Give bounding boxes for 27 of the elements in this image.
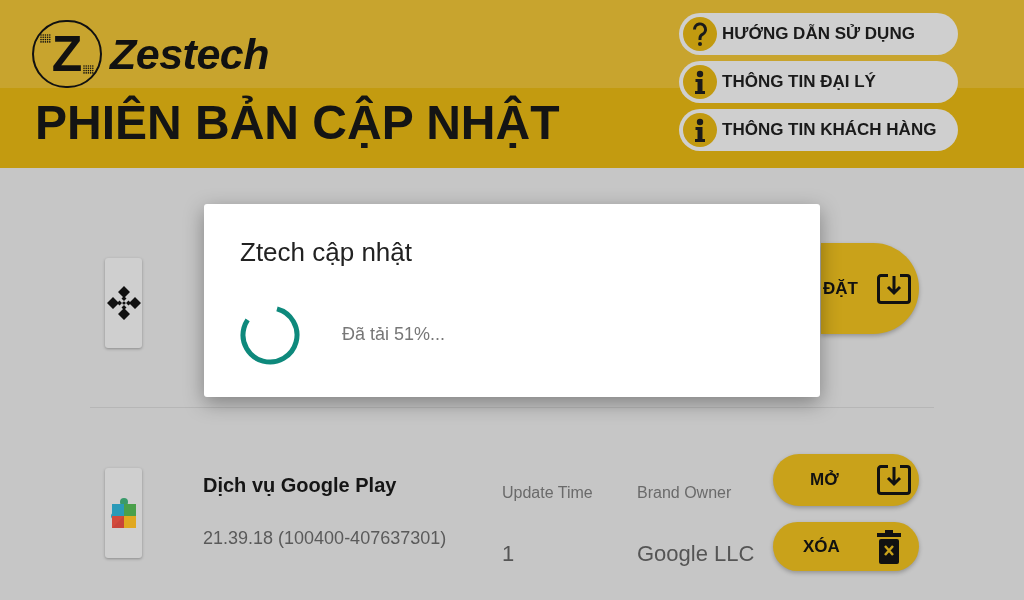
field-value: 1 xyxy=(502,541,516,567)
dot-pattern-icon xyxy=(83,65,95,74)
delete-button[interactable]: XÓA xyxy=(773,522,919,571)
info-icon xyxy=(683,113,717,147)
app-version: 21.39.18 (100400-407637301) xyxy=(203,527,448,549)
download-icon xyxy=(876,272,912,305)
trash-icon xyxy=(877,529,901,564)
puzzle-piece-icon xyxy=(110,497,137,529)
progress-message: Đã tải 51%... xyxy=(342,323,446,346)
diamond-pattern-icon xyxy=(106,286,141,320)
header-link-button[interactable]: HƯỚNG DẪN SỬ DỤNG xyxy=(679,13,958,55)
loading-spinner-icon xyxy=(240,304,300,365)
info-icon xyxy=(683,65,717,99)
header-link-button[interactable]: THÔNG TIN ĐẠI LÝ xyxy=(679,61,958,103)
app-name: Dịch vụ Google Play xyxy=(203,473,398,497)
install-button[interactable]: ĐẶT xyxy=(821,243,919,334)
open-button[interactable]: MỞ xyxy=(773,454,919,506)
field-value: Google LLC xyxy=(637,541,756,567)
dialog-title: Ztech cập nhật xyxy=(240,235,413,269)
logo-letter: Z xyxy=(51,34,83,74)
question-mark-icon xyxy=(683,17,717,51)
brand-name: Zestech xyxy=(110,32,269,76)
field-label: Brand Owner xyxy=(637,483,733,503)
download-icon xyxy=(876,464,912,496)
dot-pattern-icon xyxy=(39,34,51,43)
field-label: Update Time xyxy=(502,483,594,503)
header-link-button[interactable]: THÔNG TIN KHÁCH HÀNG xyxy=(679,109,958,151)
